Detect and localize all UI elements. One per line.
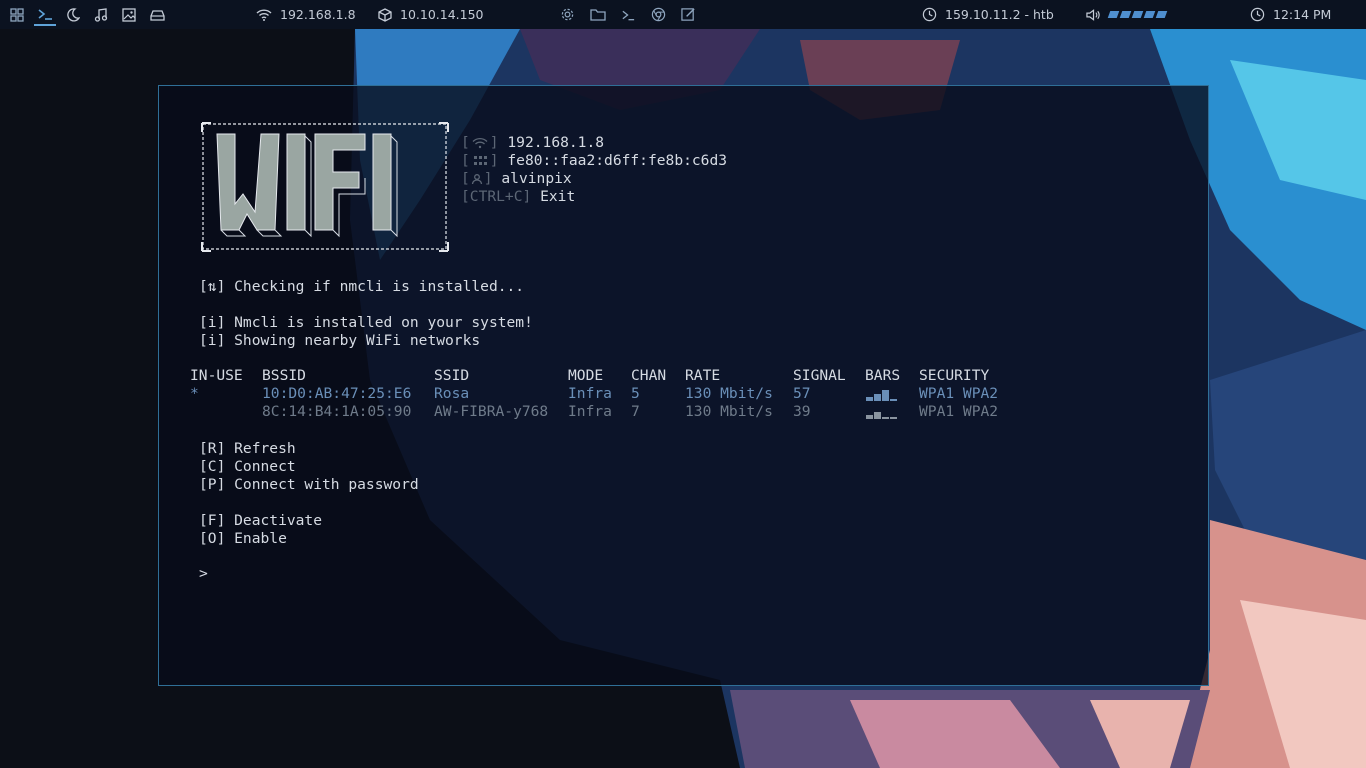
row2-bssid[interactable]: 8C:14:B4:1A:05:90 — [262, 403, 411, 421]
workspaces — [6, 0, 168, 29]
apps-grid-icon[interactable] — [6, 4, 28, 26]
cube-icon — [378, 7, 392, 22]
exit-key: [CTRL+C] — [461, 188, 532, 205]
row1-chan: 5 — [631, 385, 640, 402]
network-grid-icon — [473, 156, 487, 165]
music-icon[interactable] — [90, 4, 112, 26]
wifi-ip-text: 192.168.1.8 — [280, 7, 356, 22]
target-text: 159.10.11.2 - htb — [945, 7, 1054, 22]
menu-connect[interactable]: [C] Connect — [199, 458, 296, 476]
info-user: alvinpix — [501, 170, 572, 187]
row1-ssid[interactable]: Rosa — [434, 385, 469, 403]
menu-enable[interactable]: [O] Enable — [199, 530, 287, 548]
moon-icon[interactable] — [62, 4, 84, 26]
row2-security: WPA1 WPA2 — [919, 403, 999, 420]
terminal-launcher-icon[interactable] — [621, 8, 636, 22]
vpn-ip-text: 10.10.14.150 — [400, 7, 484, 22]
info-ip: 192.168.1.8 — [507, 134, 605, 151]
row2-signal-bars — [866, 412, 897, 419]
clock-icon — [1250, 7, 1265, 22]
clock-target-icon — [922, 7, 937, 22]
col-header-ssid: SSID — [434, 367, 470, 384]
wifi-ascii-logo — [201, 122, 449, 252]
row1-in-use: * — [190, 385, 199, 402]
checking-message: [⇅] Checking if nmcli is installed... — [199, 278, 525, 295]
showing-message: [i] Showing nearby WiFi networks — [199, 332, 481, 349]
row2-signal: 39 — [793, 403, 811, 420]
folder-icon[interactable] — [590, 8, 606, 22]
command-prompt[interactable]: > — [199, 565, 208, 583]
col-header-rate: RATE — [685, 367, 721, 384]
top-status-bar: 192.168.1.8 10.10.14.150 159.10.11.2 - h… — [0, 0, 1366, 29]
clock-text: 12:14 PM — [1273, 7, 1332, 22]
row2-mode: Infra — [568, 403, 612, 420]
wifi-ip-indicator: 192.168.1.8 — [256, 0, 356, 29]
col-header-security: SECURITY — [919, 367, 990, 384]
volume-indicator[interactable] — [1086, 0, 1168, 29]
user-icon — [471, 174, 482, 185]
wifi-icon — [256, 9, 272, 21]
col-header-signal: SIGNAL — [793, 367, 846, 384]
col-header-chan: CHAN — [631, 367, 667, 384]
info-exit-line: [CTRL+C] Exit — [461, 188, 575, 206]
row1-bssid[interactable]: 10:D0:AB:47:25:E6 — [262, 385, 411, 403]
info-ip-line: [ ] 192.168.1.8 — [461, 134, 605, 151]
wifi-icon — [472, 137, 488, 149]
terminal-workspace-icon[interactable] — [34, 4, 56, 26]
menu-connect-password[interactable]: [P] Connect with password — [199, 476, 419, 494]
quick-launchers — [560, 0, 696, 29]
browser-icon[interactable] — [651, 7, 666, 22]
row2-rate: 130 Mbit/s — [685, 403, 773, 420]
info-user-line: [ ] alvinpix — [461, 170, 572, 187]
volume-level-bar — [1107, 11, 1168, 18]
menu-refresh[interactable]: [R] Refresh — [199, 440, 296, 458]
exit-label: Exit — [540, 188, 576, 205]
terminal-window[interactable]: [ ] 192.168.1.8 [ ] fe80::faa2:d6ff:fe8b… — [158, 85, 1209, 686]
menu-deactivate[interactable]: [F] Deactivate — [199, 512, 322, 530]
row2-ssid[interactable]: AW-FIBRA-y768 — [434, 403, 548, 421]
drive-icon[interactable] — [146, 4, 168, 26]
vpn-ip-indicator: 10.10.14.150 — [378, 0, 484, 29]
volume-icon — [1086, 8, 1100, 21]
row1-rate: 130 Mbit/s — [685, 385, 773, 402]
col-header-in-use: IN-USE — [190, 367, 243, 384]
installed-message: [i] Nmcli is installed on your system! — [199, 314, 533, 331]
row2-chan: 7 — [631, 403, 640, 420]
info-ipv6: fe80::faa2:d6ff:fe8b:c6d3 — [507, 152, 728, 169]
clock: 12:14 PM — [1250, 0, 1331, 29]
editor-icon[interactable] — [681, 7, 696, 22]
row1-security: WPA1 WPA2 — [919, 385, 999, 402]
col-header-bars: BARS — [865, 367, 901, 384]
row1-signal: 57 — [793, 385, 811, 402]
col-header-mode: MODE — [568, 367, 604, 384]
col-header-bssid: BSSID — [262, 367, 306, 384]
target-indicator: 159.10.11.2 - htb — [922, 0, 1054, 29]
image-icon[interactable] — [118, 4, 140, 26]
info-ipv6-line: [ ] fe80::faa2:d6ff:fe8b:c6d3 — [461, 152, 728, 169]
settings-gear-icon[interactable] — [560, 7, 575, 22]
row1-mode: Infra — [568, 385, 612, 402]
row1-signal-bars — [866, 390, 897, 401]
